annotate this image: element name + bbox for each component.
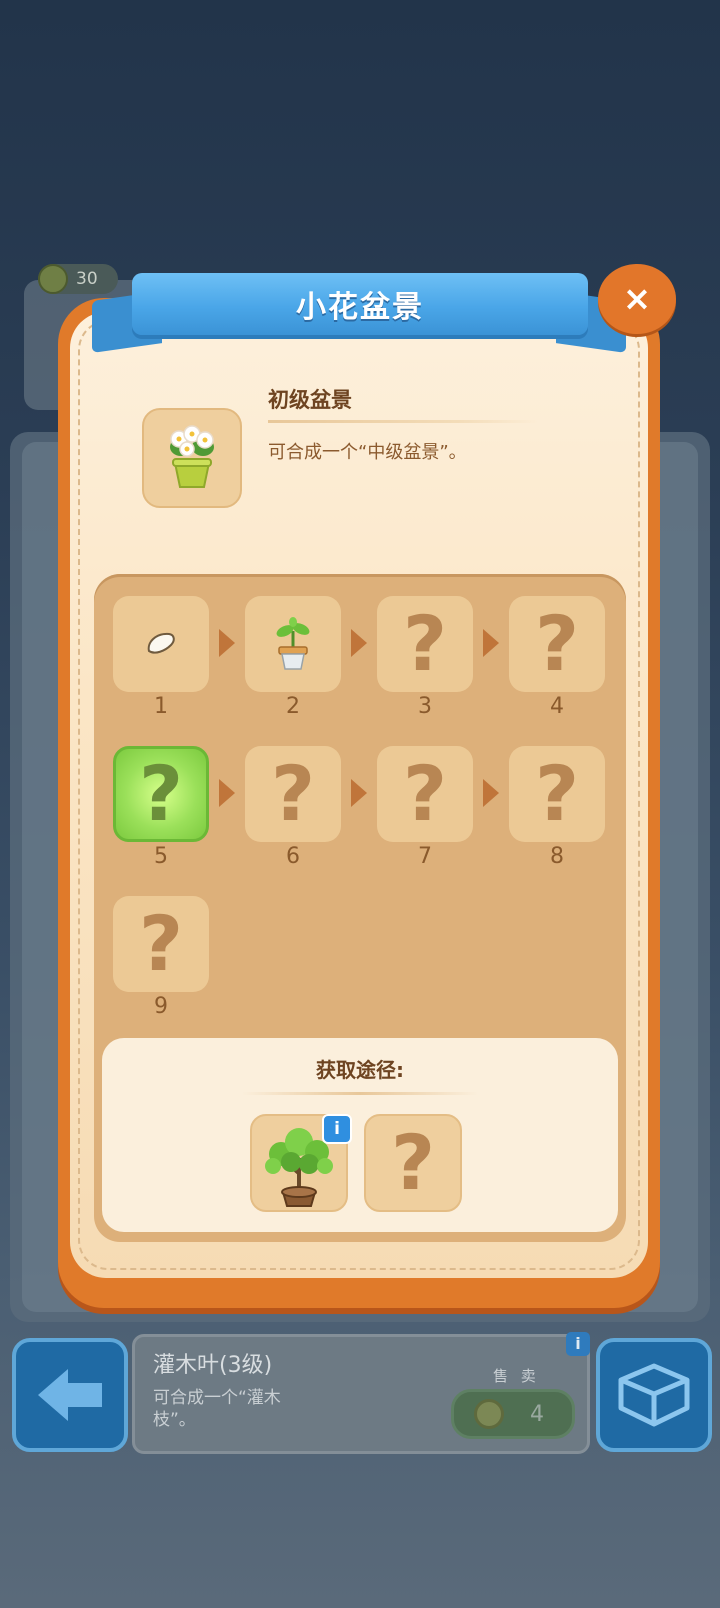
item-name: 初级盆景 [268, 388, 352, 412]
modal-title: 小花盆景 [296, 290, 424, 325]
selected-item-panel: 灌木叶(3级) 可合成一个“灌木枝”。 售 卖 4 [132, 1334, 590, 1454]
coin-count: 30 [76, 269, 98, 289]
unknown-icon: ? [390, 1118, 436, 1207]
chain-cell-2[interactable] [245, 596, 341, 692]
chain-arrow [483, 629, 499, 657]
chain-cell-1[interactable] [113, 596, 209, 692]
close-icon: × [622, 279, 652, 319]
unknown-icon: ? [534, 599, 580, 688]
chain-cell-3[interactable]: ? [377, 596, 473, 692]
sell-price: 4 [530, 1401, 544, 1427]
source-info-icon[interactable]: i [322, 1114, 352, 1144]
item-icon-box [142, 408, 242, 508]
selected-item-description: 可合成一个“灌木枝”。 [153, 1388, 281, 1430]
sell-button[interactable]: 4 [451, 1389, 575, 1439]
chain-number: 5 [154, 844, 168, 869]
chain-cell-5-current[interactable]: ? [113, 746, 209, 842]
source-panel: 获取途径: ? [102, 1038, 618, 1232]
flower-pot-icon [170, 425, 214, 488]
close-button[interactable]: × [598, 264, 676, 334]
modal-title-ribbon: 小花盆景 [132, 273, 588, 335]
chain-cell-6[interactable]: ? [245, 746, 341, 842]
chain-cell-7[interactable]: ? [377, 746, 473, 842]
coin-icon [38, 264, 68, 294]
chain-arrow [351, 779, 367, 807]
source-item-2[interactable]: ? [364, 1114, 462, 1212]
unknown-icon: ? [402, 599, 448, 688]
chain-arrow [219, 779, 235, 807]
arrow-left-icon [38, 1369, 102, 1421]
item-description: 可合成一个“中级盆景”。 [268, 442, 467, 463]
chain-number: 8 [550, 844, 564, 869]
chain-number: 6 [286, 844, 300, 869]
chain-arrow [219, 629, 235, 657]
sprout-pot-icon [276, 617, 310, 670]
unknown-icon: ? [270, 749, 316, 838]
chain-number: 2 [286, 694, 300, 719]
chain-arrow [483, 779, 499, 807]
coin-icon [474, 1399, 504, 1429]
selected-item-name: 灌木叶(3级) [153, 1353, 273, 1378]
seed-icon [147, 632, 175, 654]
item-divider [268, 420, 538, 423]
unknown-icon: ? [138, 749, 184, 838]
sell-label: 售 卖 [493, 1367, 540, 1385]
item-info-icon[interactable]: i [566, 1332, 590, 1356]
chain-number: 1 [154, 694, 168, 719]
unknown-icon: ? [534, 749, 580, 838]
coin-counter: 30 [38, 264, 118, 294]
chain-number: 4 [550, 694, 564, 719]
source-title: 获取途径: [316, 1058, 404, 1082]
unknown-icon: ? [402, 749, 448, 838]
back-button[interactable] [12, 1338, 128, 1452]
chain-number: 3 [418, 694, 432, 719]
unknown-icon: ? [138, 899, 184, 988]
chain-cell-8[interactable]: ? [509, 746, 605, 842]
chain-cell-9[interactable]: ? [113, 896, 209, 992]
chain-arrow [351, 629, 367, 657]
inventory-box-button[interactable] [596, 1338, 712, 1452]
source-divider [242, 1092, 478, 1095]
chain-cell-4[interactable]: ? [509, 596, 605, 692]
chain-number: 9 [154, 994, 168, 1019]
chain-number: 7 [418, 844, 432, 869]
box-icon [618, 1363, 690, 1427]
